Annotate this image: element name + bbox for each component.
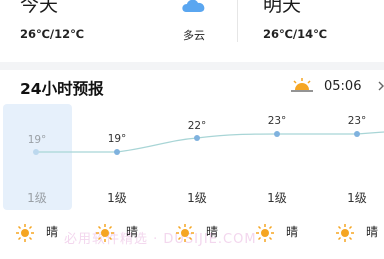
hour-condition-0: 晴 [46,225,59,239]
hour-wind-1: 1级 [107,191,127,205]
hour-wind-0: 1级 [27,191,47,205]
hour-condition-1: 晴 [126,225,139,239]
hour-wind-3: 1级 [267,191,287,205]
hour-temp-0: 19° [27,134,47,146]
temp-point-4 [354,131,360,137]
temp-point-2 [194,135,200,141]
tomorrow-temps: 26℃/14℃ [263,27,328,41]
watermark: 必用软件精选 · DUSIJIE.COM [64,232,257,247]
chevron-right-icon[interactable] [378,81,384,91]
today-title: 今天 [20,0,59,16]
hour-temp-3: 23° [267,115,287,127]
sun-icon [176,224,194,242]
today-condition: 多云 [183,29,205,42]
sunrise-time: 05:06 [324,79,362,94]
temp-point-1 [114,149,120,155]
temp-point-3 [274,131,280,137]
today-temps: 26℃/12℃ [20,27,85,41]
sun-icon [96,224,114,242]
sun-icon [256,224,274,242]
sunrise-icon [291,78,313,92]
hourly-forecast-section[interactable]: 24小时预报 05:06 19° 19° 22° 23° 23° 1级 1级 1… [0,70,384,259]
hour-wind-2: 1级 [187,191,207,205]
hour-temp-1: 19° [107,133,127,145]
tomorrow-title: 明天 [263,0,302,16]
hour-temp-2: 22° [187,120,207,132]
hour-condition-3: 晴 [286,225,299,239]
hourly-forecast-title: 24小时预报 [20,80,104,98]
hour-temp-4: 23° [347,115,367,127]
hour-condition-4: 晴 [366,225,379,239]
sun-icon [336,224,354,242]
cloud-icon [182,0,205,12]
daily-summary-card: 今天 26℃/12℃ 多云 明天 26℃/14℃ [0,0,384,62]
hour-wind-4: 1级 [347,191,367,205]
card-divider [237,0,238,42]
sun-icon [16,224,34,242]
hour-condition-2: 晴 [206,225,219,239]
section-gap [0,62,384,70]
temp-point-0 [33,149,39,155]
